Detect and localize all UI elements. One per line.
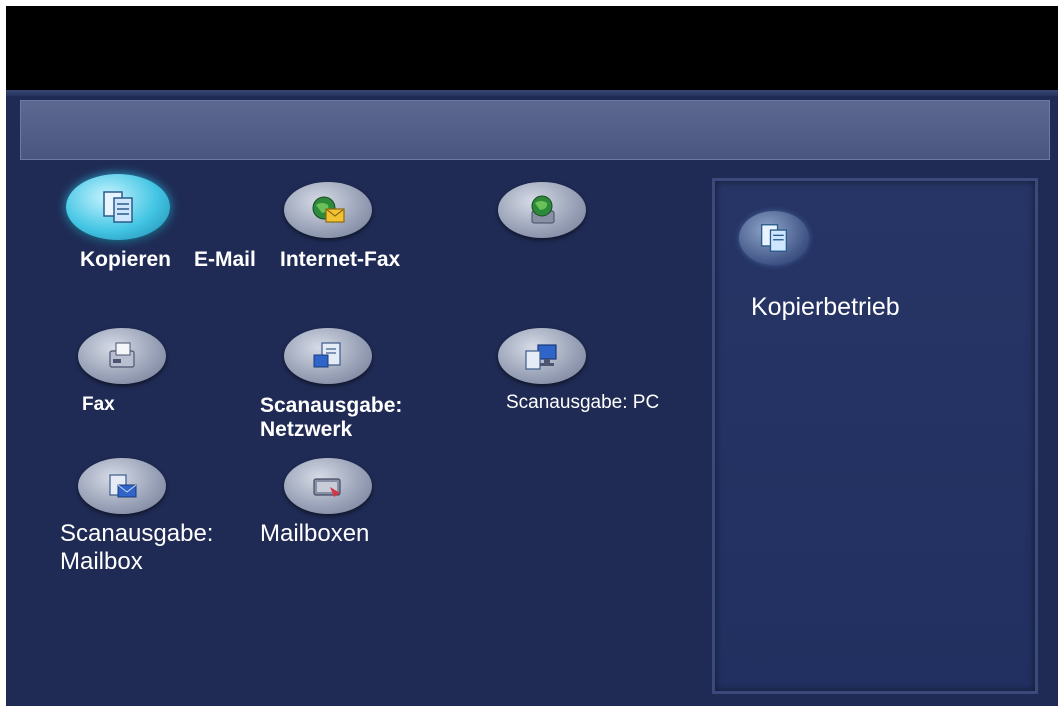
service-fax[interactable]	[72, 320, 272, 440]
label-fax: Fax	[82, 394, 115, 415]
fax-icon	[109, 342, 135, 368]
scan-pc-button[interactable]	[498, 328, 586, 384]
service-mailboxen[interactable]	[278, 450, 478, 570]
internet-fax-icon	[531, 195, 555, 224]
scan-mailbox-button[interactable]	[78, 458, 166, 514]
label-scan-mailbox-1: Scanausgabe:	[60, 520, 214, 547]
label-kopieren: Kopieren	[80, 248, 172, 271]
service-scan-pc[interactable]	[492, 320, 692, 440]
label-scan-netzwerk-1: Scanausgabe:	[260, 394, 403, 417]
email-button[interactable]	[284, 182, 372, 238]
scan-pc-icon	[525, 344, 557, 370]
mailboxes-icon	[313, 478, 341, 497]
title-bar	[20, 100, 1050, 160]
scan-network-button[interactable]	[284, 328, 372, 384]
label-scan-mailbox-2: Mailbox	[60, 548, 143, 575]
service-email[interactable]	[278, 174, 478, 294]
top-black-bar	[6, 6, 1058, 90]
copy-button[interactable]	[66, 174, 170, 240]
label-email: E-Mail	[194, 248, 256, 271]
label-scan-netzwerk-2: Netzwerk	[260, 418, 353, 441]
label-internetfax: Internet-Fax	[280, 248, 401, 271]
scan-mailbox-icon	[109, 474, 137, 498]
scan-network-icon	[313, 342, 341, 368]
email-icon	[312, 196, 345, 223]
panel-copy-badge	[739, 211, 809, 265]
selection-panel: Kopierbetrieb	[712, 178, 1038, 694]
service-kopieren[interactable]	[62, 174, 262, 294]
label-mailboxen: Mailboxen	[260, 520, 370, 547]
service-internetfax[interactable]	[492, 174, 692, 294]
copy-icon	[103, 191, 133, 223]
fax-button[interactable]	[78, 328, 166, 384]
label-scan-pc: Scanausgabe: PC	[506, 392, 660, 413]
mailboxes-button[interactable]	[284, 458, 372, 514]
copy-icon	[760, 224, 788, 252]
selected-service-label: Kopierbetrieb	[751, 293, 900, 321]
internet-fax-button[interactable]	[498, 182, 586, 238]
separator-strip	[6, 90, 1058, 96]
device-screen: Kopieren E-Mail Internet-Fax Fax Scanaus…	[6, 6, 1058, 706]
